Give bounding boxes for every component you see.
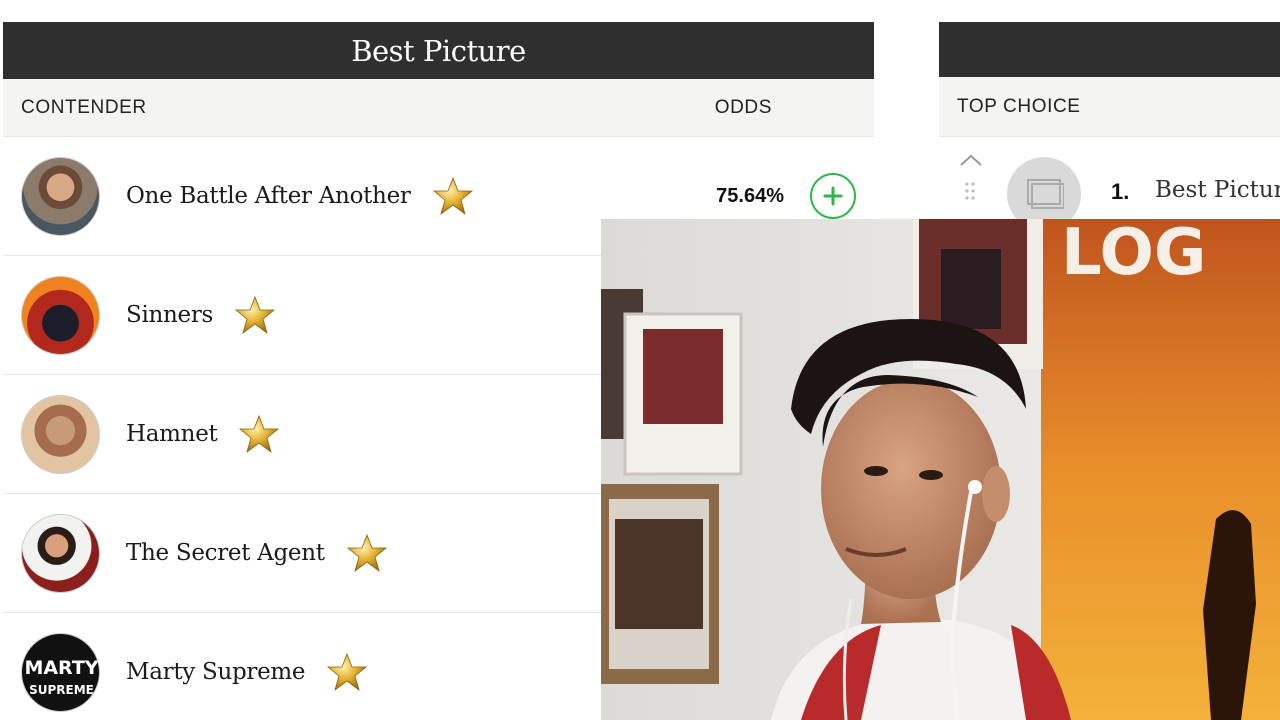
- top-choice-panel: TOP CHOICE 1. Best Picture: [939, 22, 1280, 231]
- column-header-row: CONTENDER ODDS: [3, 79, 874, 137]
- column-odds-label: ODDS: [714, 96, 772, 118]
- marty-supreme-poster-icon: MARTY SUPREME: [24, 657, 98, 697]
- star-badge-icon: [432, 176, 473, 216]
- panel-header: [939, 22, 1280, 77]
- contender-odds: 75.64%: [716, 184, 784, 207]
- contender-name: Marty Supreme: [126, 659, 306, 685]
- contender-poster-avatar: [21, 513, 100, 593]
- contender-name: One Battle After Another: [126, 183, 411, 209]
- star-badge-icon: [327, 652, 368, 692]
- top-choice-item[interactable]: 1. Best Picture: [939, 137, 1280, 231]
- star-badge-icon: [239, 414, 280, 454]
- panel-header: Best Picture: [3, 22, 874, 79]
- rank-title: Best Picture: [1155, 177, 1280, 203]
- drag-handle-icon[interactable]: [963, 181, 977, 201]
- contender-name: The Secret Agent: [126, 540, 325, 566]
- column-header-row: TOP CHOICE: [939, 77, 1280, 137]
- rank-number: 1.: [1111, 179, 1130, 204]
- webcam-overlay: LOG: [601, 219, 1280, 720]
- column-contender-label: CONTENDER: [21, 96, 147, 118]
- plus-icon: [823, 186, 843, 206]
- svg-text:MARTY: MARTY: [24, 657, 98, 679]
- star-badge-icon: [235, 295, 276, 335]
- contender-name: Hamnet: [126, 421, 218, 447]
- column-top-choice-label: TOP CHOICE: [957, 95, 1081, 117]
- panel-title: Best Picture: [351, 33, 526, 68]
- svg-text:SUPREME: SUPREME: [29, 683, 94, 697]
- contender-poster-avatar: [21, 156, 100, 236]
- contender-poster-avatar: [21, 394, 100, 474]
- add-button[interactable]: [810, 173, 856, 219]
- contender-poster-avatar: MARTY SUPREME: [21, 632, 100, 712]
- webcam-video-image: LOG: [601, 219, 1280, 720]
- star-badge-icon: [346, 533, 387, 573]
- contender-poster-avatar: [21, 275, 100, 355]
- svg-text:LOG: LOG: [1061, 219, 1206, 290]
- chevron-up-icon[interactable]: [959, 153, 983, 167]
- contender-name: Sinners: [126, 302, 214, 328]
